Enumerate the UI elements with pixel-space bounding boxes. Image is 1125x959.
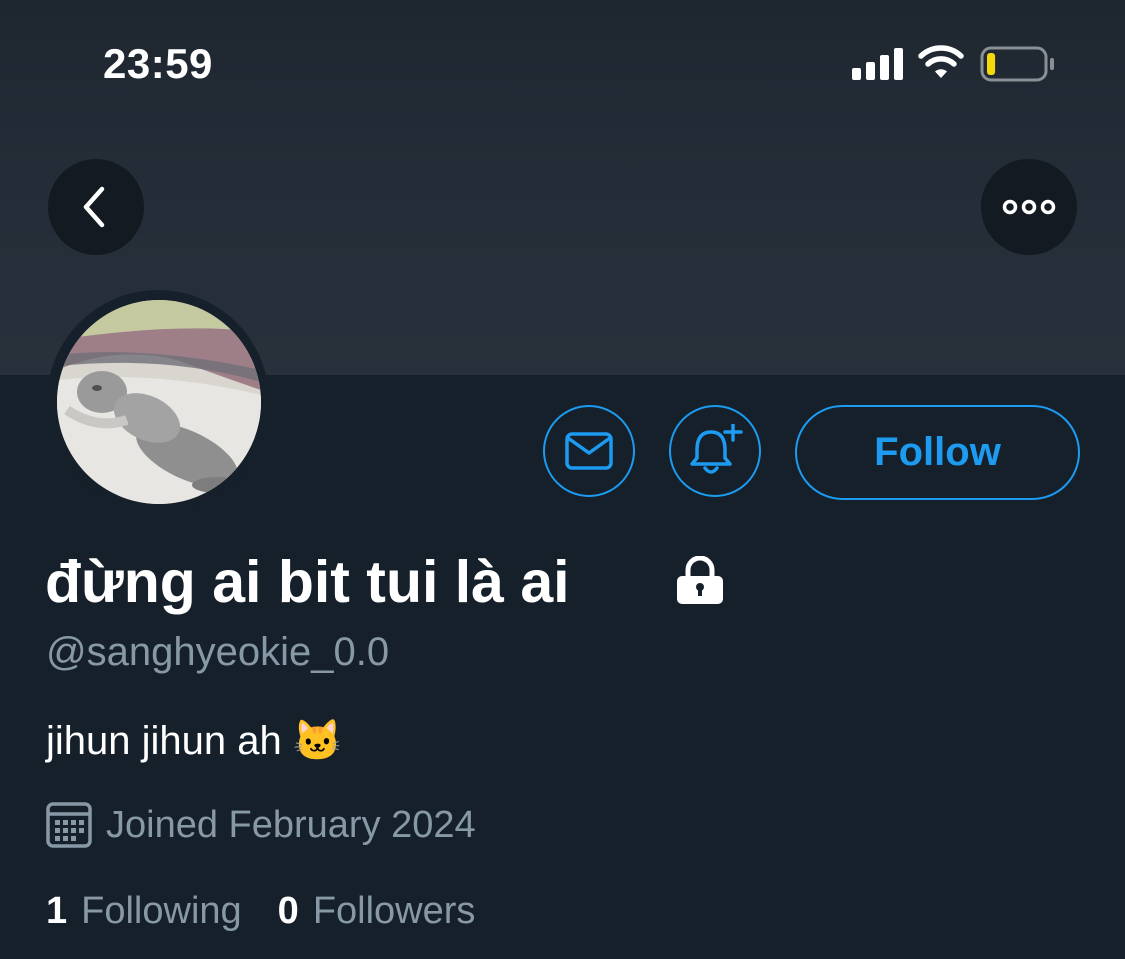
following-count: 1 bbox=[46, 890, 68, 932]
calendar-icon bbox=[46, 802, 92, 848]
chevron-left-icon bbox=[83, 186, 105, 228]
follow-button[interactable]: Follow bbox=[795, 405, 1080, 500]
followers-count: 0 bbox=[277, 890, 299, 932]
following-stat[interactable]: 1 Following bbox=[46, 890, 242, 933]
joined-date: Joined February 2024 bbox=[106, 803, 476, 846]
display-name: đừng ai bit tui là ai bbox=[45, 549, 570, 615]
followers-stat[interactable]: 0 Followers bbox=[278, 890, 476, 933]
followers-label: Followers bbox=[312, 890, 476, 932]
wifi-icon bbox=[918, 45, 964, 78]
user-handle: @sanghyeokie_0.0 bbox=[46, 630, 390, 674]
more-horizontal-icon bbox=[1002, 199, 1056, 215]
back-button[interactable] bbox=[48, 159, 144, 255]
bio-text: jihun jihun ah bbox=[46, 719, 282, 763]
battery-icon bbox=[980, 46, 1054, 82]
bio: jihun jihun ah 🐱 bbox=[46, 717, 343, 764]
avatar[interactable] bbox=[57, 300, 261, 504]
lock-icon bbox=[677, 556, 723, 604]
avatar-photo-sleeping-kitten bbox=[57, 300, 261, 504]
following-label: Following bbox=[81, 890, 242, 932]
mail-icon bbox=[565, 432, 613, 470]
more-options-button[interactable] bbox=[981, 159, 1077, 255]
cat-face-emoji: 🐱 bbox=[292, 719, 343, 763]
battery-level-fill bbox=[987, 53, 996, 75]
follow-stats: 1 Following 0 Followers bbox=[46, 890, 511, 933]
status-time: 23:59 bbox=[103, 40, 213, 87]
notifications-button[interactable] bbox=[669, 405, 761, 497]
joined-date-row: Joined February 2024 bbox=[46, 800, 476, 850]
cellular-signal-icon bbox=[852, 48, 903, 80]
status-bar: 23:59 bbox=[0, 0, 1125, 130]
bell-plus-icon bbox=[690, 424, 743, 474]
message-button[interactable] bbox=[543, 405, 635, 497]
